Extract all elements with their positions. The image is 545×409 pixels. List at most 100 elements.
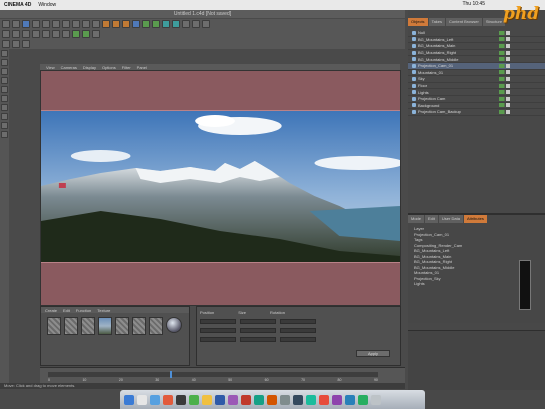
object-row[interactable]: Floor bbox=[408, 83, 545, 90]
material-menu-create[interactable]: Create bbox=[45, 308, 57, 313]
tab-objects[interactable]: Objects bbox=[408, 18, 428, 26]
size-x-field[interactable] bbox=[240, 319, 276, 324]
workplane-icon[interactable] bbox=[22, 30, 30, 38]
app-icon[interactable] bbox=[254, 394, 264, 405]
app-icon[interactable] bbox=[202, 394, 212, 405]
workplane-toggle-icon[interactable] bbox=[1, 131, 8, 138]
material-swatch[interactable] bbox=[115, 317, 129, 335]
x-axis-icon[interactable] bbox=[62, 20, 70, 28]
object-row[interactable]: Mountains_01 bbox=[408, 70, 545, 77]
visibility-flags[interactable] bbox=[499, 109, 517, 114]
object-row[interactable]: Background bbox=[408, 103, 545, 110]
light-icon[interactable] bbox=[202, 20, 210, 28]
visibility-flags[interactable] bbox=[499, 90, 517, 95]
rotate-tool-icon[interactable] bbox=[52, 20, 60, 28]
app-icon[interactable] bbox=[189, 394, 199, 405]
animate-icon[interactable] bbox=[72, 30, 80, 38]
object-row[interactable]: BG_Mountains_Middle bbox=[408, 56, 545, 63]
object-row[interactable]: BG_Mountains_Left bbox=[408, 37, 545, 44]
undo-icon[interactable] bbox=[2, 20, 10, 28]
world-coord-icon[interactable] bbox=[92, 20, 100, 28]
app-icon[interactable] bbox=[267, 394, 277, 405]
texture-mode-icon[interactable] bbox=[12, 30, 20, 38]
polygons-icon[interactable] bbox=[1, 95, 8, 102]
app-icon[interactable] bbox=[319, 394, 329, 405]
edges-icon[interactable] bbox=[1, 86, 8, 93]
size-z-field[interactable] bbox=[240, 337, 276, 342]
material-menu-function[interactable]: Function bbox=[76, 308, 91, 313]
object-axis-icon[interactable] bbox=[1, 68, 8, 75]
tab-attributes[interactable]: Attributes bbox=[463, 215, 487, 223]
visibility-flags[interactable] bbox=[499, 50, 517, 55]
app-icon[interactable] bbox=[345, 394, 355, 405]
app-icon[interactable] bbox=[241, 394, 251, 405]
app-icon[interactable] bbox=[176, 394, 186, 405]
redo-icon[interactable] bbox=[12, 20, 20, 28]
app-icon[interactable] bbox=[228, 394, 238, 405]
pos-y-field[interactable] bbox=[200, 328, 236, 333]
make-editable-icon[interactable] bbox=[1, 50, 8, 57]
material-menu-texture[interactable]: Texture bbox=[97, 308, 110, 313]
snap-toggle-icon[interactable] bbox=[1, 122, 8, 129]
visibility-flags[interactable] bbox=[499, 57, 517, 62]
snap-icon[interactable] bbox=[62, 30, 70, 38]
object-row-selected[interactable]: Projection_Cam_01 bbox=[408, 62, 545, 70]
tab-edit[interactable]: Edit bbox=[425, 215, 438, 223]
camera-icon[interactable] bbox=[192, 20, 200, 28]
keyframe-icon[interactable] bbox=[82, 30, 90, 38]
tweak-icon[interactable] bbox=[1, 104, 8, 111]
edges-mode-icon[interactable] bbox=[42, 30, 50, 38]
y-axis-icon[interactable] bbox=[72, 20, 80, 28]
nurbs-icon[interactable] bbox=[152, 20, 160, 28]
material-menu-edit[interactable]: Edit bbox=[63, 308, 70, 313]
material-swatch[interactable] bbox=[47, 317, 61, 335]
tab-content-browser[interactable]: Content Browser bbox=[446, 18, 482, 26]
timeline-track[interactable] bbox=[48, 372, 378, 377]
visibility-flags[interactable] bbox=[499, 43, 517, 48]
object-row[interactable]: Sky bbox=[408, 76, 545, 83]
app-icon[interactable] bbox=[332, 394, 342, 405]
object-row[interactable]: Null bbox=[408, 30, 545, 37]
visibility-flags[interactable] bbox=[499, 103, 517, 108]
object-row[interactable]: BG_Mountains_Main bbox=[408, 43, 545, 50]
material-swatch-mountain[interactable] bbox=[98, 317, 112, 335]
app-menu[interactable]: CINEMA 4D bbox=[4, 2, 31, 8]
move-tool-icon[interactable] bbox=[32, 20, 40, 28]
object-row[interactable]: Lights bbox=[408, 89, 545, 96]
tab-user-data[interactable]: User Data bbox=[438, 215, 463, 223]
viewport-menu-display[interactable]: Display bbox=[83, 65, 96, 70]
viewport-menu-panel[interactable]: Panel bbox=[137, 65, 147, 70]
z-axis-icon[interactable] bbox=[82, 20, 90, 28]
visibility-flags[interactable] bbox=[499, 30, 517, 35]
timeline-playhead[interactable] bbox=[170, 371, 172, 378]
render-view-icon[interactable] bbox=[102, 20, 110, 28]
layer-color-swatch[interactable] bbox=[519, 260, 531, 310]
viewport-menu-cameras[interactable]: Cameras bbox=[61, 65, 77, 70]
app-icon[interactable] bbox=[306, 394, 316, 405]
rot-h-field[interactable] bbox=[280, 319, 316, 324]
palette-icon[interactable] bbox=[2, 40, 10, 48]
tab-structure[interactable]: Structure bbox=[482, 18, 506, 26]
object-row[interactable]: Projection Cam bbox=[408, 96, 545, 103]
solo-icon[interactable] bbox=[1, 113, 8, 120]
spline-icon[interactable] bbox=[142, 20, 150, 28]
object-row[interactable]: Projection Cam_Backup bbox=[408, 109, 545, 116]
material-sphere-preview[interactable] bbox=[166, 317, 182, 333]
select-tool-icon[interactable] bbox=[22, 20, 30, 28]
apply-button[interactable]: Apply bbox=[356, 350, 390, 357]
visibility-flags[interactable] bbox=[499, 76, 517, 81]
finder-icon[interactable] bbox=[124, 394, 134, 405]
trash-icon[interactable] bbox=[371, 394, 381, 405]
app-icon[interactable] bbox=[358, 394, 368, 405]
model-icon[interactable] bbox=[1, 59, 8, 66]
points-mode-icon[interactable] bbox=[32, 30, 40, 38]
visibility-flags[interactable] bbox=[499, 83, 517, 88]
render-settings-icon[interactable] bbox=[122, 20, 130, 28]
model-mode-icon[interactable] bbox=[2, 30, 10, 38]
points-icon[interactable] bbox=[1, 77, 8, 84]
lock-icon[interactable] bbox=[12, 40, 20, 48]
rot-b-field[interactable] bbox=[280, 337, 316, 342]
viewport-menu-options[interactable]: Options bbox=[102, 65, 116, 70]
pos-x-field[interactable] bbox=[200, 319, 236, 324]
3d-viewport[interactable] bbox=[40, 70, 401, 306]
